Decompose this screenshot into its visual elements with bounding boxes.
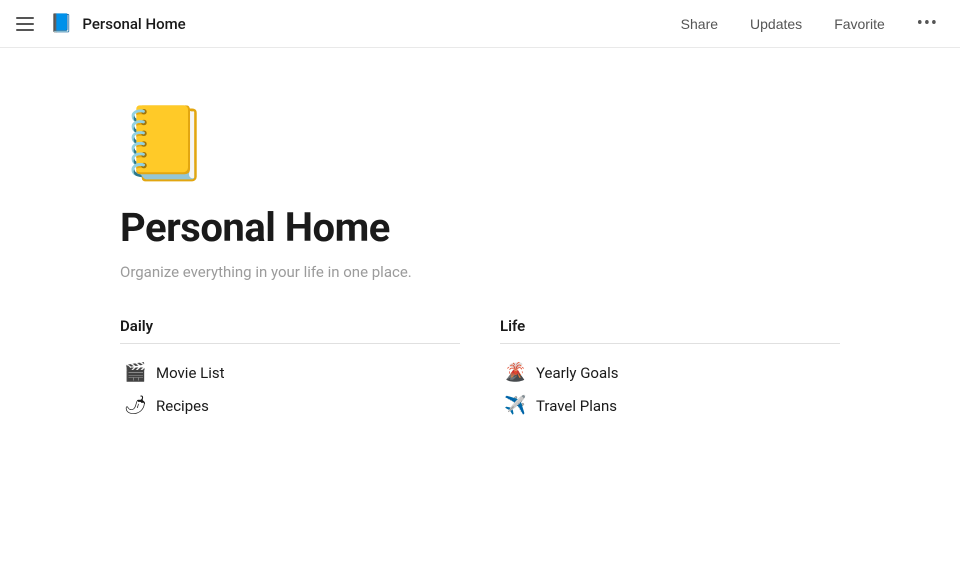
page-nav-title: Personal Home <box>82 15 185 33</box>
page-nav-icon: 📘 <box>50 13 72 34</box>
section-daily: Daily 🎬 Movie List 🌶 Recipes <box>120 317 460 422</box>
list-item-movie-list[interactable]: 🎬 Movie List <box>120 356 460 389</box>
top-bar: 📘 Personal Home Share Updates Favorite •… <box>0 0 960 48</box>
section-life-header: Life <box>500 317 840 344</box>
list-item-yearly-goals[interactable]: 🌋 Yearly Goals <box>500 356 840 389</box>
favorite-button[interactable]: Favorite <box>828 12 891 36</box>
more-button[interactable]: ••• <box>911 9 944 38</box>
updates-button[interactable]: Updates <box>744 12 808 36</box>
menu-button[interactable] <box>16 12 40 36</box>
main-content: 📒 Personal Home Organize everything in y… <box>0 48 960 540</box>
recipes-label: Recipes <box>156 397 209 415</box>
section-grid: Daily 🎬 Movie List 🌶 Recipes Life 🌋 Year… <box>120 317 840 422</box>
section-daily-header: Daily <box>120 317 460 344</box>
page-subtitle: Organize everything in your life in one … <box>120 263 840 281</box>
share-button[interactable]: Share <box>675 12 724 36</box>
list-item-travel-plans[interactable]: ✈️ Travel Plans <box>500 389 840 422</box>
travel-plans-icon: ✈️ <box>504 395 526 416</box>
page-heading: Personal Home <box>120 204 840 251</box>
movie-list-icon: 🎬 <box>124 362 146 383</box>
recipes-icon: 🌶 <box>124 395 146 416</box>
travel-plans-label: Travel Plans <box>536 397 617 415</box>
list-item-recipes[interactable]: 🌶 Recipes <box>120 389 460 422</box>
page-emoji: 📒 <box>120 108 840 180</box>
top-bar-right: Share Updates Favorite ••• <box>675 9 944 38</box>
section-life: Life 🌋 Yearly Goals ✈️ Travel Plans <box>500 317 840 422</box>
yearly-goals-icon: 🌋 <box>504 362 526 383</box>
top-bar-left: 📘 Personal Home <box>16 12 186 36</box>
yearly-goals-label: Yearly Goals <box>536 364 619 382</box>
movie-list-label: Movie List <box>156 364 225 382</box>
